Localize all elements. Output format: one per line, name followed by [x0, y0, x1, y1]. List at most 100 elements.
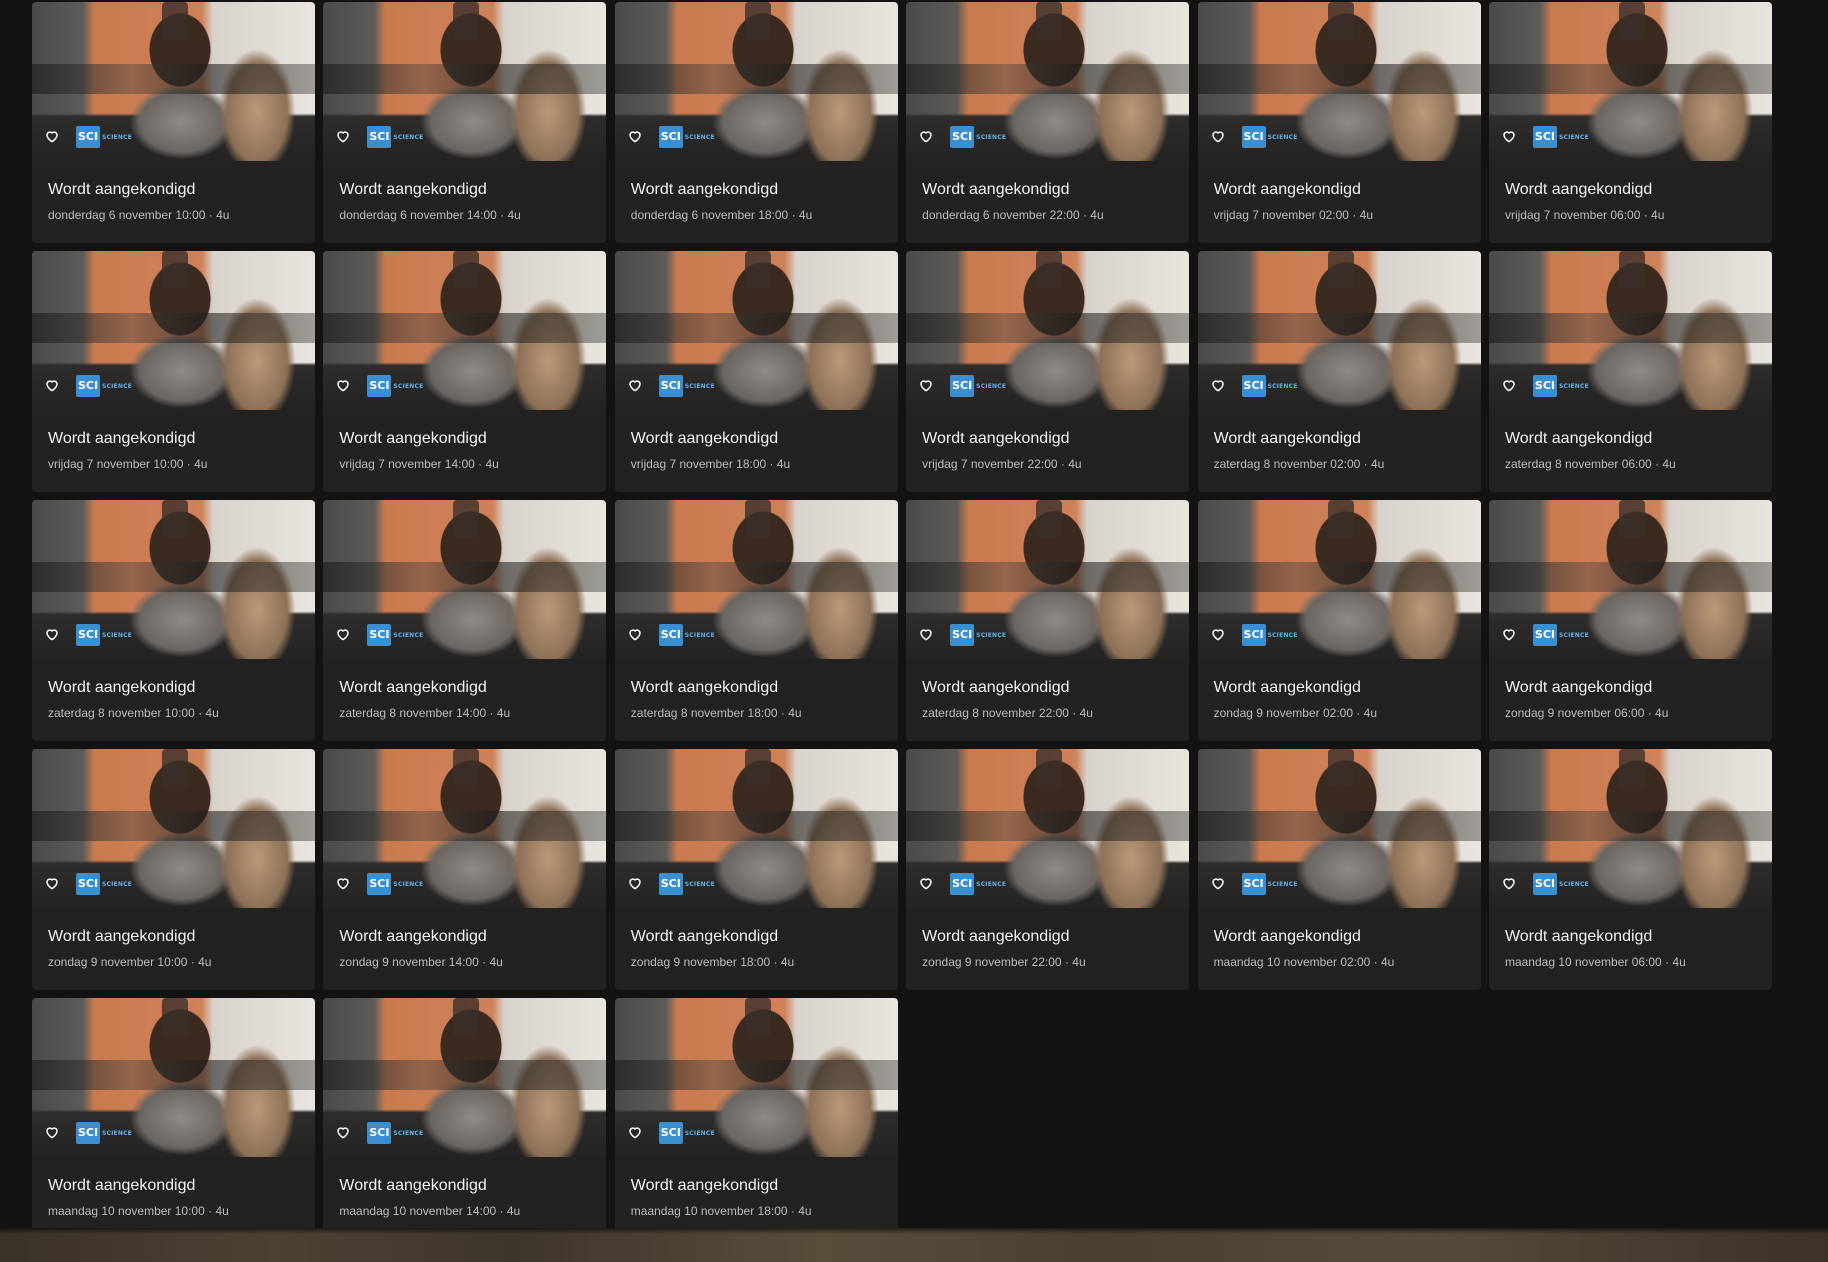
heart-icon[interactable]: [42, 1122, 62, 1142]
program-title: Wordt aangekondigd: [922, 430, 1070, 447]
heart-icon[interactable]: [1208, 375, 1228, 395]
channel-logo: SCI SCIENCE: [367, 873, 423, 895]
channel-logo-text: SCIENCE: [1558, 382, 1589, 390]
program-card[interactable]: SCI SCIENCE Wordt aangekondigd zaterdag …: [614, 500, 898, 741]
program-thumbnail: [906, 251, 1190, 410]
heart-icon[interactable]: [625, 375, 645, 395]
program-title: Wordt aangekondigd: [1213, 430, 1361, 447]
program-card[interactable]: SCI SCIENCE Wordt aangekondigd zondag 9 …: [323, 749, 607, 990]
program-card[interactable]: SCI SCIENCE Wordt aangekondigd maandag 1…: [32, 998, 315, 1239]
program-card[interactable]: SCI SCIENCE Wordt aangekondigd zaterdag …: [32, 500, 315, 741]
channel-logo-text: SCIENCE: [976, 133, 1007, 141]
program-thumbnail: [614, 998, 898, 1157]
heart-icon[interactable]: [1499, 126, 1519, 146]
program-card[interactable]: SCI SCIENCE Wordt aangekondigd vrijdag 7…: [32, 251, 315, 492]
program-card[interactable]: SCI SCIENCE Wordt aangekondigd vrijdag 7…: [1488, 2, 1772, 243]
channel-logo-mark: SCI: [367, 873, 392, 895]
heart-icon[interactable]: [333, 873, 353, 893]
program-title: Wordt aangekondigd: [630, 181, 779, 198]
heart-icon[interactable]: [42, 375, 62, 395]
channel-logo-text: SCIENCE: [976, 631, 1007, 639]
program-schedule: maandag 10 november 10:00 · 4u: [48, 1204, 229, 1218]
heart-icon[interactable]: [1499, 873, 1519, 893]
heart-icon[interactable]: [625, 1122, 645, 1142]
heart-icon[interactable]: [625, 126, 645, 146]
heart-icon[interactable]: [1499, 375, 1519, 395]
channel-logo: SCI SCIENCE: [367, 126, 423, 148]
program-card[interactable]: SCI SCIENCE Wordt aangekondigd vrijdag 7…: [323, 251, 607, 492]
page: SCI SCIENCE Wordt aangekondigd donderdag…: [0, 0, 1828, 1262]
channel-logo: SCI SCIENCE: [76, 126, 132, 148]
heart-icon[interactable]: [1208, 126, 1228, 146]
program-thumbnail: [614, 251, 898, 410]
program-card[interactable]: SCI SCIENCE Wordt aangekondigd donderdag…: [32, 2, 315, 243]
program-thumbnail: [1197, 251, 1481, 410]
heart-icon[interactable]: [333, 126, 353, 146]
channel-logo-text: SCIENCE: [393, 880, 424, 888]
program-schedule: zaterdag 8 november 18:00 · 4u: [630, 706, 802, 720]
channel-logo-text: SCIENCE: [102, 880, 132, 888]
program-card[interactable]: SCI SCIENCE Wordt aangekondigd zondag 9 …: [906, 749, 1190, 990]
program-card[interactable]: SCI SCIENCE Wordt aangekondigd zaterdag …: [906, 500, 1190, 741]
program-card[interactable]: SCI SCIENCE Wordt aangekondigd zaterdag …: [1197, 251, 1481, 492]
program-schedule: vrijdag 7 november 06:00 · 4u: [1504, 208, 1665, 222]
heart-icon[interactable]: [916, 375, 936, 395]
channel-logo-mark: SCI: [1532, 375, 1557, 397]
program-thumbnail: [614, 500, 898, 659]
program-card[interactable]: SCI SCIENCE Wordt aangekondigd maandag 1…: [614, 998, 898, 1239]
program-card[interactable]: SCI SCIENCE Wordt aangekondigd vrijdag 7…: [1197, 2, 1481, 243]
program-thumbnail: [323, 998, 607, 1157]
channel-logo-mark: SCI: [658, 375, 683, 397]
heart-icon[interactable]: [625, 624, 645, 644]
program-card[interactable]: SCI SCIENCE Wordt aangekondigd donderdag…: [323, 2, 607, 243]
program-card[interactable]: SCI SCIENCE Wordt aangekondigd donderdag…: [614, 2, 898, 243]
program-schedule: zaterdag 8 november 22:00 · 4u: [922, 706, 1093, 720]
program-card[interactable]: SCI SCIENCE Wordt aangekondigd zondag 9 …: [1197, 500, 1481, 741]
program-title: Wordt aangekondigd: [922, 679, 1070, 696]
program-title: Wordt aangekondigd: [1504, 181, 1653, 198]
channel-logo: SCI SCIENCE: [76, 375, 132, 397]
program-card[interactable]: SCI SCIENCE Wordt aangekondigd maandag 1…: [1197, 749, 1481, 990]
program-thumbnail: [323, 749, 607, 908]
program-card[interactable]: SCI SCIENCE Wordt aangekondigd zaterdag …: [1488, 251, 1772, 492]
program-card[interactable]: SCI SCIENCE Wordt aangekondigd zondag 9 …: [32, 749, 315, 990]
program-title: Wordt aangekondigd: [1213, 928, 1361, 945]
channel-logo-text: SCIENCE: [1558, 631, 1589, 639]
program-thumbnail: [323, 251, 607, 410]
channel-logo: SCI SCIENCE: [1532, 375, 1589, 397]
heart-icon[interactable]: [333, 624, 353, 644]
program-card[interactable]: SCI SCIENCE Wordt aangekondigd zondag 9 …: [614, 749, 898, 990]
heart-icon[interactable]: [1499, 624, 1519, 644]
channel-logo-mark: SCI: [950, 375, 975, 397]
channel-logo-text: SCIENCE: [393, 1129, 424, 1137]
program-card[interactable]: SCI SCIENCE Wordt aangekondigd donderdag…: [906, 2, 1190, 243]
heart-icon[interactable]: [333, 375, 353, 395]
channel-logo: SCI SCIENCE: [1241, 624, 1298, 646]
program-title: Wordt aangekondigd: [1504, 679, 1653, 696]
channel-logo: SCI SCIENCE: [658, 1122, 715, 1144]
program-card[interactable]: SCI SCIENCE Wordt aangekondigd zondag 9 …: [1488, 500, 1772, 741]
program-card[interactable]: SCI SCIENCE Wordt aangekondigd vrijdag 7…: [614, 251, 898, 492]
channel-logo-mark: SCI: [658, 126, 683, 148]
heart-icon[interactable]: [916, 624, 936, 644]
heart-icon[interactable]: [916, 126, 936, 146]
program-card[interactable]: SCI SCIENCE Wordt aangekondigd maandag 1…: [1488, 749, 1772, 990]
heart-icon[interactable]: [42, 126, 62, 146]
program-card[interactable]: SCI SCIENCE Wordt aangekondigd vrijdag 7…: [906, 251, 1190, 492]
heart-icon[interactable]: [625, 873, 645, 893]
program-title: Wordt aangekondigd: [630, 430, 779, 447]
heart-icon[interactable]: [1208, 624, 1228, 644]
channel-logo: SCI SCIENCE: [950, 873, 1006, 895]
program-title: Wordt aangekondigd: [339, 430, 487, 447]
program-card[interactable]: SCI SCIENCE Wordt aangekondigd maandag 1…: [323, 998, 607, 1239]
program-schedule: maandag 10 november 14:00 · 4u: [339, 1204, 521, 1218]
program-card[interactable]: SCI SCIENCE Wordt aangekondigd zaterdag …: [323, 500, 607, 741]
heart-icon[interactable]: [1208, 873, 1228, 893]
program-title: Wordt aangekondigd: [1213, 181, 1361, 198]
channel-logo: SCI SCIENCE: [950, 375, 1006, 397]
heart-icon[interactable]: [42, 873, 62, 893]
heart-icon[interactable]: [333, 1122, 353, 1142]
heart-icon[interactable]: [42, 624, 62, 644]
channel-logo: SCI SCIENCE: [950, 624, 1006, 646]
heart-icon[interactable]: [916, 873, 936, 893]
